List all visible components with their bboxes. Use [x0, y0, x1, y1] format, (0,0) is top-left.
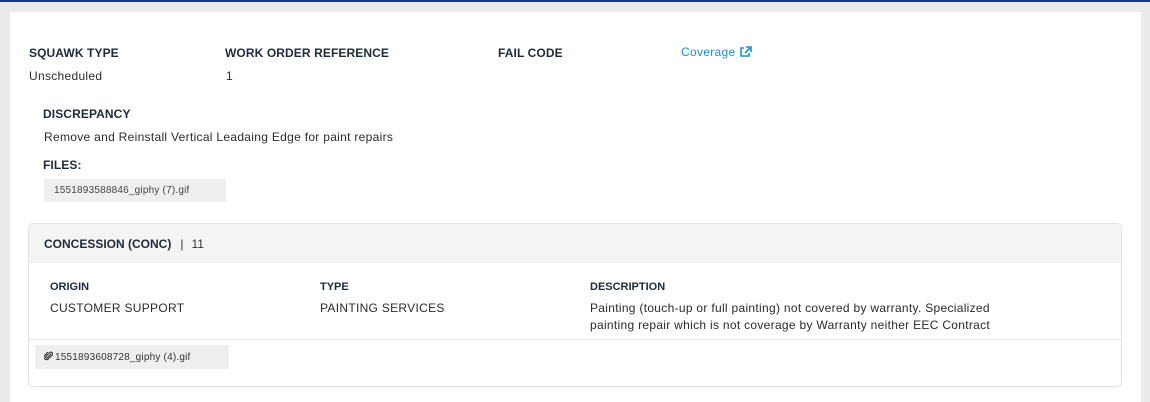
type-label: TYPE: [320, 281, 349, 293]
panel-divider: [29, 339, 1121, 340]
concession-separator: |: [180, 236, 184, 251]
description-line-2: painting repair which is not coverage by…: [590, 318, 991, 332]
concession-header: CONCESSION (CONC) | 11: [29, 224, 1121, 263]
coverage-link[interactable]: Coverage: [681, 45, 753, 59]
file-chip[interactable]: 1551893588846_giphy (7).gif: [44, 179, 226, 202]
concession-title: CONCESSION (CONC): [44, 236, 172, 251]
work-order-label: WORK ORDER REFERENCE: [225, 46, 390, 60]
description-label: DESCRIPTION: [590, 281, 666, 293]
type-value: PAINTING SERVICES: [320, 301, 445, 315]
attachment-filename[interactable]: 1551893608728_giphy (4).gif: [55, 352, 191, 363]
squawk-type-label: SQUAWK TYPE: [29, 46, 119, 60]
origin-value: CUSTOMER SUPPORT: [50, 301, 185, 315]
paperclip-icon: [43, 351, 54, 364]
description-line-1: Painting (touch-up or full painting) not…: [590, 301, 990, 315]
squawk-type-value: Unscheduled: [29, 69, 103, 83]
origin-label: ORIGIN: [50, 281, 90, 293]
attachment-chip[interactable]: 1551893608728_giphy (4).gif: [35, 345, 229, 369]
discrepancy-label: DISCREPANCY: [43, 107, 131, 121]
concession-count: 11: [191, 236, 204, 251]
concession-panel: CONCESSION (CONC) | 11 ORIGIN CUSTOMER S…: [29, 224, 1121, 386]
top-accent-bar: [0, 0, 1150, 2]
files-label: FILES:: [43, 158, 82, 172]
fail-code-label: FAIL CODE: [498, 46, 563, 60]
external-link-icon: [739, 46, 753, 58]
discrepancy-text: Remove and Reinstall Vertical Leadaing E…: [44, 130, 394, 144]
coverage-link-text[interactable]: Coverage: [681, 45, 735, 59]
work-order-value: 1: [226, 69, 233, 83]
